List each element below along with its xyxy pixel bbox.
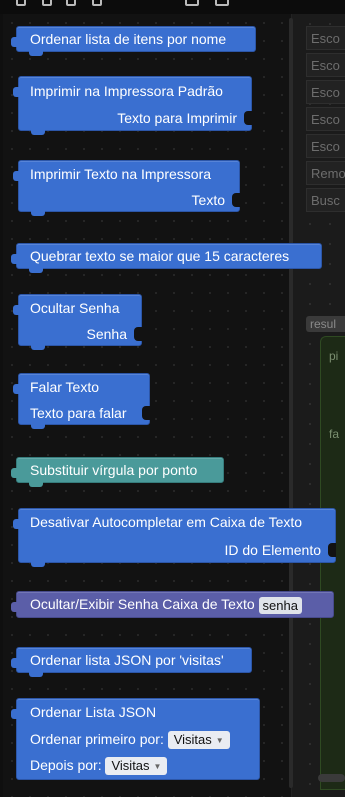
- textbox-field[interactable]: senha: [258, 596, 302, 614]
- flyout-scrollbar[interactable]: [289, 18, 293, 788]
- sort-then-dropdown[interactable]: Visitas ▼: [105, 757, 168, 776]
- workspace-variable-label[interactable]: resul: [306, 316, 345, 332]
- block-hide-password[interactable]: Ocultar Senha Senha: [13, 294, 142, 350]
- toolbar-icon[interactable]: [215, 0, 229, 6]
- horizontal-scrollbar[interactable]: [318, 774, 345, 782]
- block-label: Quebrar texto se maior que 15 caracteres: [30, 248, 290, 264]
- block-disable-autocomplete[interactable]: Desativar Autocompletar em Caixa de Text…: [13, 508, 336, 567]
- block-text: Depois por:: [30, 757, 102, 773]
- workspace-block[interactable]: Remo: [306, 161, 345, 185]
- top-toolbar: [0, 0, 345, 14]
- block-label: Falar Texto: [30, 379, 99, 395]
- toolbar-icon[interactable]: [185, 0, 199, 6]
- block-input-label: Senha: [86, 326, 127, 342]
- block-input-label: ID do Elemento: [224, 542, 322, 558]
- block-input-label: Texto para Imprimir: [117, 110, 237, 126]
- workspace-block-text: fa: [329, 427, 340, 441]
- block-input-label: Texto: [191, 192, 225, 208]
- workspace-block[interactable]: Esco: [306, 53, 345, 77]
- block-value-input[interactable]: [134, 327, 142, 341]
- workspace-block-text: pi: [329, 349, 339, 363]
- block-label: Ordenar lista de itens por nome: [30, 31, 227, 47]
- block-value-input[interactable]: [328, 543, 336, 557]
- block-label: Ocultar/Exibir Senha Caixa de Texto senh…: [30, 596, 302, 614]
- workspace-function-block[interactable]: pi fa: [320, 336, 345, 790]
- block-wrap-text-15-chars[interactable]: Quebrar texto se maior que 15 caracteres: [11, 243, 322, 273]
- block-replace-comma-with-dot[interactable]: Substituir vírgula por ponto: [11, 457, 224, 487]
- block-sort-json-by-visits[interactable]: Ordenar lista JSON por 'visitas': [11, 647, 252, 677]
- block-label: Imprimir na Impressora Padrão: [30, 83, 223, 99]
- block-label: Ocultar Senha: [30, 300, 120, 316]
- toolbar-icon[interactable]: [16, 0, 26, 6]
- block-value-input[interactable]: [232, 193, 240, 207]
- block-value-input[interactable]: [244, 111, 252, 125]
- block-label: Ordenar lista JSON por 'visitas': [30, 652, 224, 668]
- block-print-text-printer[interactable]: Imprimir Texto na Impressora Texto: [13, 160, 240, 216]
- block-input-label: Texto para falar: [30, 405, 127, 421]
- block-sort-then-row: Depois por: Visitas ▼: [30, 757, 168, 776]
- workspace-block[interactable]: Esco: [306, 26, 345, 50]
- block-label: Desativar Autocompletar em Caixa de Text…: [30, 514, 303, 530]
- block-value-input[interactable]: [142, 406, 150, 420]
- toolbar-icon[interactable]: [92, 0, 102, 6]
- block-print-default-printer[interactable]: Imprimir na Impressora Padrão Texto para…: [13, 76, 252, 135]
- workspace-block[interactable]: Esco: [306, 80, 345, 104]
- block-text: Ordenar primeiro por:: [30, 731, 164, 747]
- workspace-block[interactable]: Esco: [306, 134, 345, 158]
- block-sort-first-row: Ordenar primeiro por: Visitas ▼: [30, 731, 230, 750]
- toolbar-icon[interactable]: [42, 0, 52, 6]
- block-toggle-password-visibility[interactable]: Ocultar/Exibir Senha Caixa de Texto senh…: [11, 591, 334, 618]
- toolbar-icon[interactable]: [66, 0, 76, 6]
- block-label: Substituir vírgula por ponto: [30, 462, 198, 478]
- block-sort-items-by-name[interactable]: Ordenar lista de itens por nome: [11, 26, 256, 56]
- block-label: Ordenar Lista JSON: [30, 704, 157, 720]
- sort-first-dropdown[interactable]: Visitas ▼: [167, 731, 230, 750]
- block-sort-json-list[interactable]: Ordenar Lista JSON Ordenar primeiro por:…: [11, 698, 260, 780]
- block-speak-text[interactable]: Falar Texto Texto para falar: [13, 373, 150, 429]
- block-text: Ocultar/Exibir Senha Caixa de Texto: [30, 596, 255, 612]
- workspace-block[interactable]: Esco: [306, 107, 345, 131]
- workspace-block[interactable]: Busc: [306, 188, 345, 212]
- block-label: Imprimir Texto na Impressora: [30, 166, 212, 182]
